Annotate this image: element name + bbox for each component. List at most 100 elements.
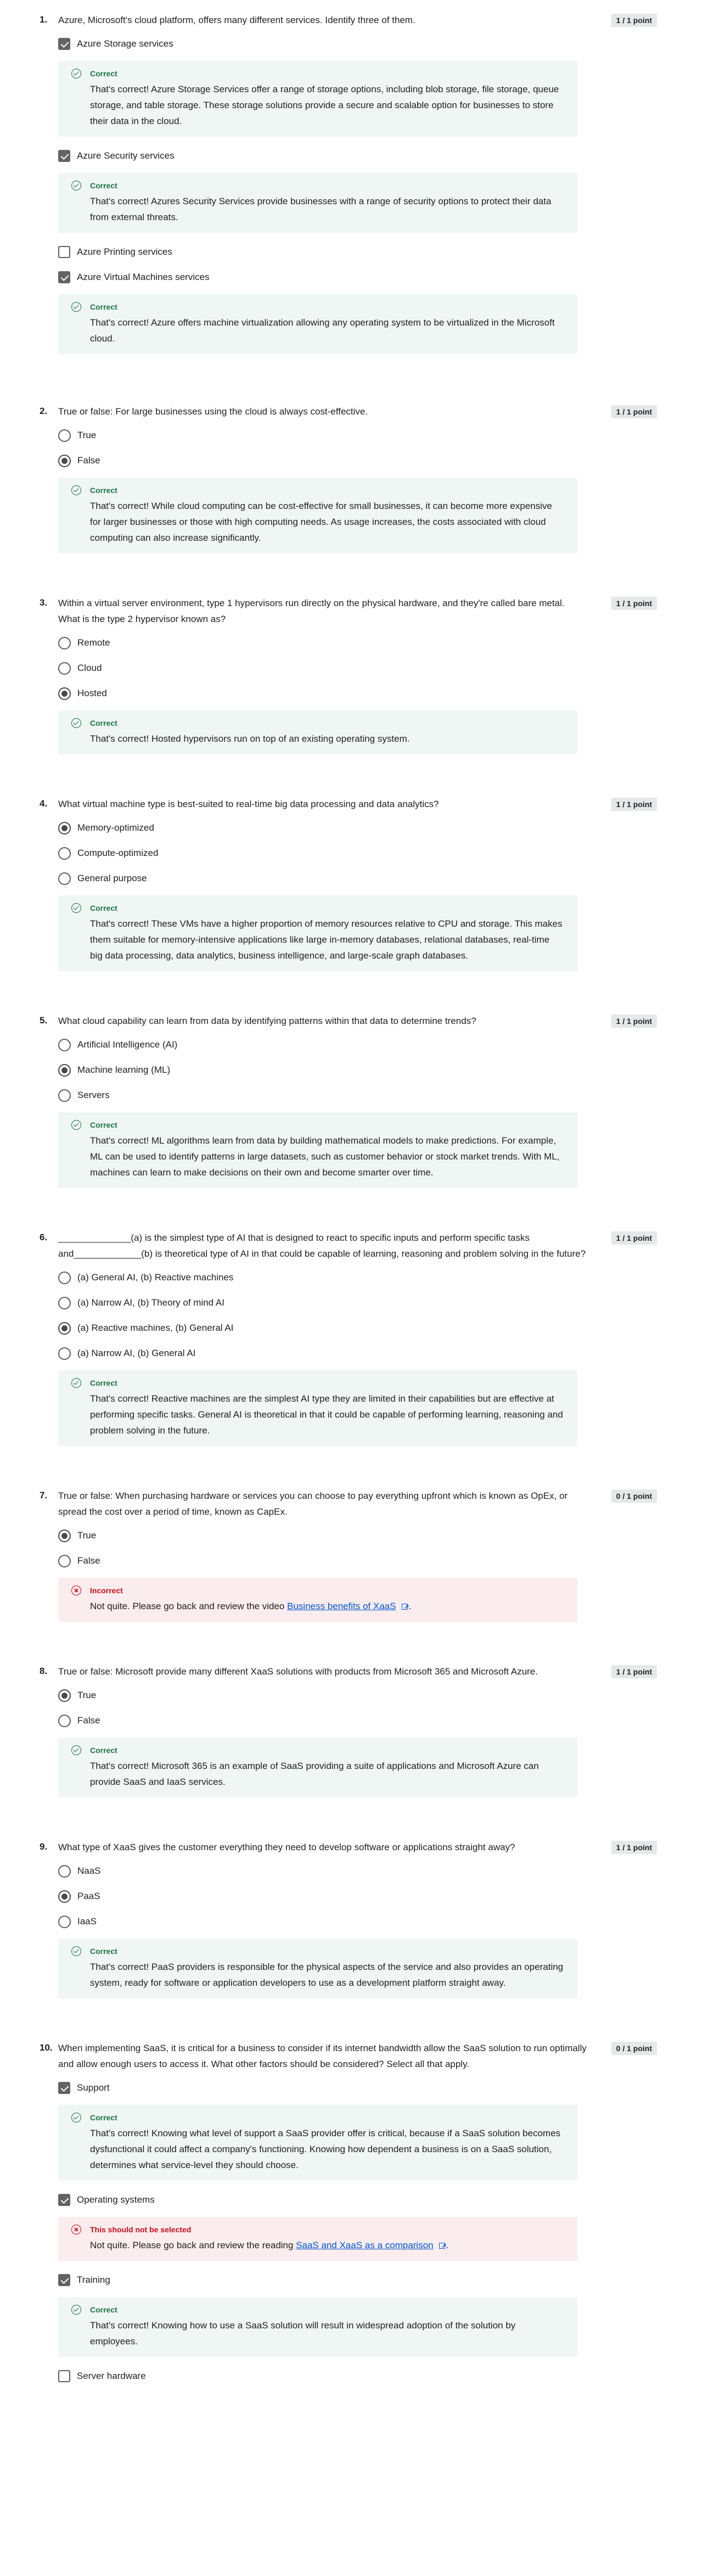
radio-button[interactable]	[58, 1038, 71, 1051]
feedback-title: Correct	[71, 1744, 564, 1756]
points-badge: 1 / 1 point	[611, 405, 657, 418]
radio-option[interactable]: True	[58, 1527, 714, 1544]
option-label: (a) Narrow AI, (b) Theory of mind AI	[77, 1297, 224, 1308]
radio-option[interactable]: Artificial Intelligence (AI)	[58, 1037, 714, 1053]
feedback-title: Correct	[71, 1945, 564, 1957]
checkbox-option[interactable]: Azure Virtual Machines services	[58, 269, 714, 285]
radio-button[interactable]	[58, 847, 71, 860]
checkbox[interactable]	[58, 38, 70, 50]
option-label: Azure Printing services	[77, 247, 172, 257]
radio-button[interactable]	[58, 1714, 71, 1727]
question-5: 5. What cloud capability can learn from d…	[0, 1013, 714, 1188]
radio-button[interactable]	[58, 1271, 71, 1284]
answer-options: Azure Storage services Correct That's corr…	[0, 36, 714, 354]
radio-button[interactable]	[58, 1689, 71, 1702]
radio-button[interactable]	[58, 1089, 71, 1102]
points-badge: 1 / 1 point	[611, 1841, 657, 1854]
radio-option[interactable]: Cloud	[58, 660, 714, 676]
answer-options: Remote Cloud Hosted Correct That's correct! …	[0, 635, 714, 754]
radio-option[interactable]: Remote	[58, 635, 714, 651]
feedback-title-text: Correct	[90, 1746, 117, 1755]
radio-button[interactable]	[58, 1554, 71, 1567]
question-number: 5.	[40, 1015, 48, 1026]
radio-button[interactable]	[58, 454, 71, 467]
radio-option[interactable]: (a) General AI, (b) Reactive machines	[58, 1269, 714, 1286]
radio-option[interactable]: Compute-optimized	[58, 845, 714, 861]
radio-button[interactable]	[58, 636, 71, 649]
radio-option[interactable]: False	[58, 1553, 714, 1569]
radio-button[interactable]	[58, 872, 71, 885]
external-link-icon[interactable]	[438, 2238, 447, 2254]
option-label: Operating systems	[77, 2194, 155, 2205]
feedback-body: That's correct! Knowing how to use a Saa…	[71, 2317, 564, 2349]
feedback-title: Correct	[71, 301, 564, 313]
check-circle-icon	[71, 302, 81, 312]
checkbox[interactable]	[58, 2194, 70, 2206]
checkbox-option[interactable]: Server hardware	[58, 2368, 714, 2384]
radio-option[interactable]: Servers	[58, 1087, 714, 1104]
radio-option[interactable]: Hosted	[58, 685, 714, 702]
feedback-text: That's correct! Reactive machines are th…	[90, 1393, 563, 1436]
radio-button[interactable]	[58, 1296, 71, 1309]
radio-button[interactable]	[58, 429, 71, 442]
feedback-title-text: Correct	[90, 1947, 117, 1956]
review-link[interactable]: SaaS and XaaS as a comparison	[296, 2240, 433, 2250]
checkbox[interactable]	[58, 150, 70, 162]
question-header: 10. When implementing SaaS, it is critica…	[0, 2040, 714, 2072]
radio-button[interactable]	[58, 821, 71, 835]
quiz-results: 1. Azure, Microsoft's cloud platform, off…	[0, 0, 714, 2384]
question-6: 6. ______________(a) is the simplest type…	[0, 1230, 714, 1446]
radio-button[interactable]	[58, 1063, 71, 1077]
checkbox[interactable]	[58, 2370, 70, 2382]
radio-option[interactable]: Machine learning (ML)	[58, 1062, 714, 1078]
radio-button[interactable]	[58, 1529, 71, 1542]
feedback-correct: Correct That's correct! These VMs have a …	[58, 895, 577, 971]
question-2: 2. True or false: For large businesses us…	[0, 404, 714, 553]
checkbox-option[interactable]: Azure Storage services	[58, 36, 714, 52]
checkbox[interactable]	[58, 2082, 70, 2094]
radio-option[interactable]: (a) Narrow AI, (b) Theory of mind AI	[58, 1295, 714, 1311]
radio-option[interactable]: (a) Narrow AI, (b) General AI	[58, 1345, 714, 1362]
option-label: (a) Narrow AI, (b) General AI	[77, 1348, 196, 1359]
question-text: What virtual machine type is best-suited…	[58, 799, 439, 809]
radio-option[interactable]: True	[58, 1687, 714, 1704]
radio-button[interactable]	[58, 687, 71, 700]
radio-button[interactable]	[58, 662, 71, 675]
radio-option[interactable]: False	[58, 1712, 714, 1729]
radio-button[interactable]	[58, 1890, 71, 1903]
radio-button[interactable]	[58, 1915, 71, 1928]
option-label: (a) Reactive machines, (b) General AI	[77, 1323, 234, 1334]
radio-button[interactable]	[58, 1347, 71, 1360]
feedback-correct: Correct That's correct! Knowing how to us…	[58, 2297, 577, 2357]
checkbox-option[interactable]: Operating systems	[58, 2192, 714, 2208]
radio-option[interactable]: True	[58, 427, 714, 444]
radio-option[interactable]: (a) Reactive machines, (b) General AI	[58, 1320, 714, 1336]
checkbox[interactable]	[58, 246, 70, 258]
option-label: Machine learning (ML)	[77, 1065, 171, 1076]
radio-option[interactable]: IaaS	[58, 1913, 714, 1930]
radio-option[interactable]: General purpose	[58, 870, 714, 887]
question-number: 10.	[40, 2042, 53, 2053]
radio-button[interactable]	[58, 1321, 71, 1335]
feedback-correct: Correct That's correct! Knowing what leve…	[58, 2105, 577, 2181]
check-circle-icon	[71, 1120, 81, 1130]
feedback-title-text: Correct	[90, 719, 117, 727]
checkbox[interactable]	[58, 2274, 70, 2286]
radio-option[interactable]: False	[58, 452, 714, 469]
question-number: 1.	[40, 14, 48, 25]
checkbox-option[interactable]: Azure Security services	[58, 148, 714, 164]
radio-button[interactable]	[58, 1864, 71, 1878]
checkbox-option[interactable]: Training	[58, 2272, 714, 2288]
question-header: 6. ______________(a) is the simplest type…	[0, 1230, 714, 1262]
checkbox-option[interactable]: Support	[58, 2080, 714, 2096]
radio-option[interactable]: PaaS	[58, 1888, 714, 1905]
option-label: Training	[77, 2275, 110, 2286]
option-label: True	[77, 430, 97, 441]
checkbox-option[interactable]: Azure Printing services	[58, 244, 714, 260]
radio-option[interactable]: Memory-optimized	[58, 820, 714, 836]
external-link-icon[interactable]	[401, 1599, 409, 1615]
review-link[interactable]: Business benefits of XaaS	[287, 1601, 396, 1611]
checkbox[interactable]	[58, 271, 70, 283]
radio-option[interactable]: NaaS	[58, 1863, 714, 1879]
feedback-text: That's correct! PaaS providers is respon…	[90, 1962, 564, 1988]
